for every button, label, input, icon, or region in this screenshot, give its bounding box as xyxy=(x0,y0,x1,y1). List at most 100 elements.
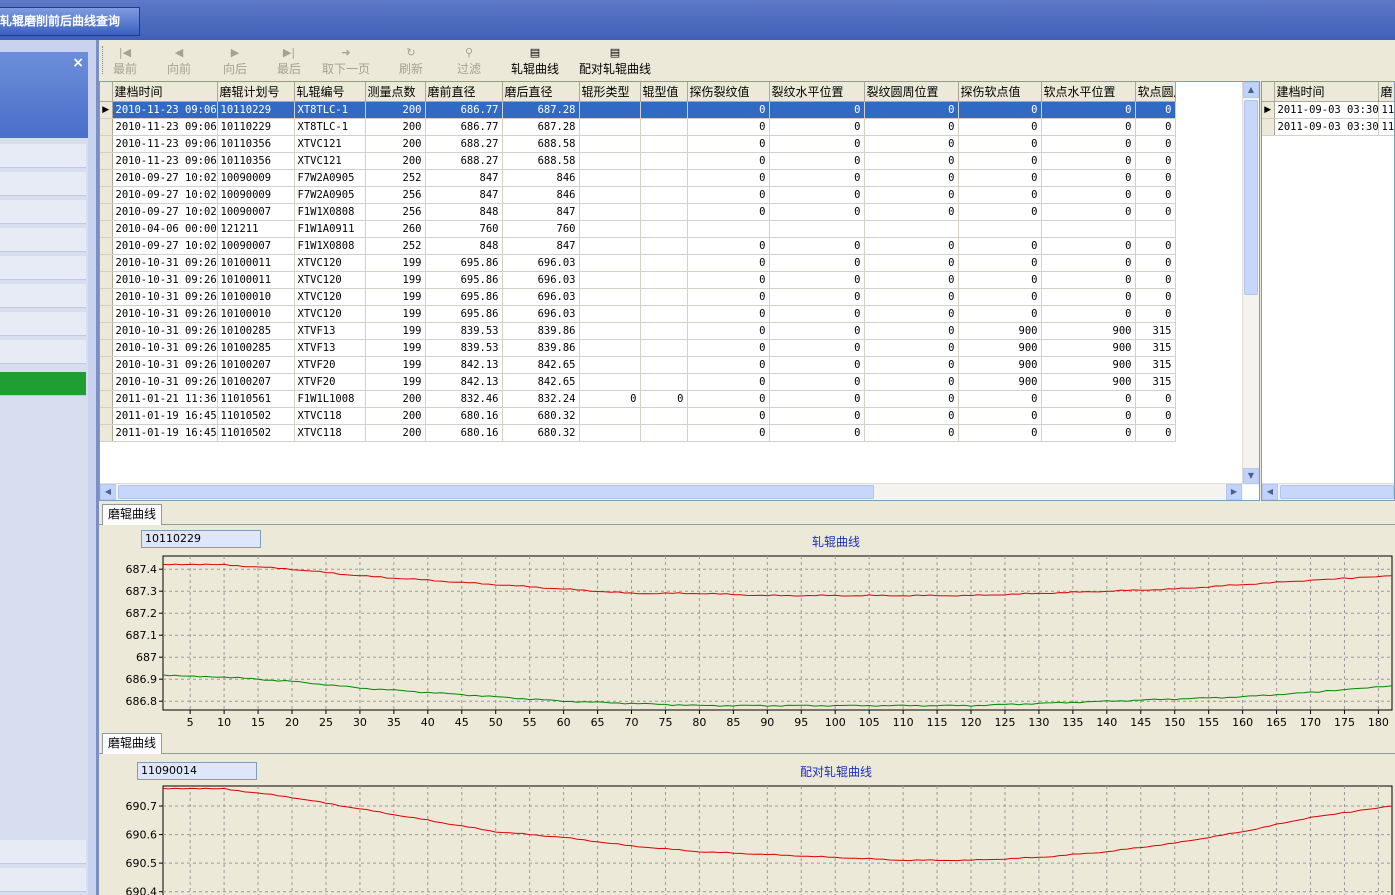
nav-item[interactable] xyxy=(0,868,86,892)
table-row[interactable]: 2011-01-19 16:45 11010502 XTVC118 200 680.16… xyxy=(100,407,1176,425)
table-cell[interactable]: 0 xyxy=(769,322,865,340)
table-row[interactable]: 2010-10-31 09:26 10100285 XTVF13 199 839.53 8… xyxy=(100,339,1176,357)
table-cell[interactable]: 0 xyxy=(864,424,959,442)
table-cell[interactable]: 2010-10-31 09:26 xyxy=(112,305,218,323)
table-cell[interactable]: 0 xyxy=(1041,254,1136,272)
table-cell[interactable]: 2010-10-31 09:26 xyxy=(112,322,218,340)
table-cell[interactable]: 0 xyxy=(687,424,770,442)
table-cell[interactable]: 0 xyxy=(687,135,770,153)
table-cell[interactable]: 0 xyxy=(1135,186,1176,204)
table-cell[interactable]: 10100010 xyxy=(217,305,295,323)
table-cell[interactable] xyxy=(640,186,688,204)
table-cell[interactable] xyxy=(579,152,641,170)
nav-item[interactable] xyxy=(0,228,86,252)
table-cell[interactable]: 200 xyxy=(365,101,426,119)
nav-item[interactable] xyxy=(0,840,86,864)
row-header[interactable] xyxy=(100,356,113,374)
table-cell[interactable]: XTVC120 xyxy=(294,254,366,272)
scroll-down-icon[interactable]: ▼ xyxy=(1243,468,1259,484)
table-cell[interactable]: 256 xyxy=(365,203,426,221)
table-cell[interactable]: 0 xyxy=(1135,152,1176,170)
table-cell[interactable]: 0 xyxy=(1135,135,1176,153)
table-cell[interactable] xyxy=(579,169,641,187)
table-cell[interactable]: 0 xyxy=(864,135,959,153)
table-cell[interactable]: XTVC121 xyxy=(294,152,366,170)
table-cell[interactable]: 0 xyxy=(958,135,1042,153)
table-cell[interactable]: 2010-10-31 09:26 xyxy=(112,254,218,272)
table-cell[interactable] xyxy=(640,322,688,340)
table-cell[interactable]: 2011-01-21 11:36 xyxy=(112,390,218,408)
table-cell[interactable]: 0 xyxy=(864,152,959,170)
table-cell[interactable]: 0 xyxy=(958,407,1042,425)
table-cell[interactable]: 0 xyxy=(1135,288,1176,306)
table-cell[interactable]: 2010-09-27 10:02 xyxy=(112,186,218,204)
row-header[interactable] xyxy=(100,288,113,306)
table-row[interactable]: 2010-10-31 09:26 10100010 XTVC120 199 695.86… xyxy=(100,305,1176,323)
table-cell[interactable]: 0 xyxy=(864,118,959,136)
table-cell[interactable]: 2010-09-27 10:02 xyxy=(112,203,218,221)
table-row[interactable]: 2010-09-27 10:02 10090007 F1W1X0808 256 848 8… xyxy=(100,203,1176,221)
table-cell[interactable] xyxy=(579,101,641,119)
table-row[interactable]: 2010-09-27 10:02 10090007 F1W1X0808 252 848 8… xyxy=(100,237,1176,255)
table-cell[interactable]: 839.53 xyxy=(425,322,503,340)
table-cell[interactable] xyxy=(864,220,959,238)
table-row[interactable]: 2010-11-23 09:06 10110356 XTVC121 200 688.27… xyxy=(100,152,1176,170)
document-tab[interactable]: 轧辊磨削前后曲线查询 xyxy=(0,7,140,36)
table-cell[interactable] xyxy=(640,152,688,170)
scroll-right-icon[interactable]: ▶ xyxy=(1226,484,1242,500)
table-cell[interactable]: XT8TLC-1 xyxy=(294,118,366,136)
table-cell[interactable]: 0 xyxy=(1135,118,1176,136)
table-cell[interactable] xyxy=(640,339,688,357)
row-header[interactable] xyxy=(100,186,113,204)
table-cell[interactable]: 0 xyxy=(769,237,865,255)
current-row-icon[interactable]: ▶ xyxy=(1262,101,1275,119)
table-cell[interactable]: 2010-04-06 00:00 xyxy=(112,220,218,238)
table-cell[interactable] xyxy=(640,203,688,221)
table-cell[interactable]: 2010-11-23 09:06 xyxy=(112,135,218,153)
main-data-grid[interactable]: 建档时间 磨辊计划号 轧辊编号 测量点数 磨前直径 磨后直径 辊形类型 辊型值 探伤裂纹值 裂纹水… xyxy=(99,81,1260,501)
table-row[interactable]: ▶ 2011-09-03 03:30 11 xyxy=(1262,101,1394,119)
table-cell[interactable]: 200 xyxy=(365,424,426,442)
column-header[interactable]: 辊形类型 xyxy=(579,82,641,102)
scroll-up-icon[interactable]: ▲ xyxy=(1243,82,1259,98)
table-cell[interactable]: XTVC118 xyxy=(294,407,366,425)
table-cell[interactable]: 199 xyxy=(365,356,426,374)
table-cell[interactable]: 2010-09-27 10:02 xyxy=(112,237,218,255)
table-cell[interactable] xyxy=(640,373,688,391)
table-cell[interactable]: 11010502 xyxy=(217,407,295,425)
table-cell[interactable]: 0 xyxy=(769,339,865,357)
table-cell[interactable]: 0 xyxy=(1041,152,1136,170)
table-cell[interactable]: 0 xyxy=(640,390,688,408)
table-cell[interactable]: 0 xyxy=(769,186,865,204)
toolbar-button[interactable]: ⚲ 过滤 xyxy=(455,45,483,77)
table-cell[interactable]: 2011-09-03 03:30 xyxy=(1274,118,1379,136)
table-cell[interactable]: 199 xyxy=(365,271,426,289)
table-cell[interactable] xyxy=(640,135,688,153)
table-cell[interactable]: F7W2A0905 xyxy=(294,186,366,204)
table-cell[interactable]: 0 xyxy=(687,237,770,255)
table-cell[interactable]: 315 xyxy=(1135,373,1176,391)
row-header[interactable] xyxy=(100,424,113,442)
table-cell[interactable] xyxy=(640,220,688,238)
column-header[interactable]: 轧辊编号 xyxy=(294,82,366,102)
toolbar-button[interactable]: ▤ 配对轧辊曲线 xyxy=(577,45,653,77)
table-cell[interactable]: 0 xyxy=(864,373,959,391)
nav-item[interactable] xyxy=(0,312,86,336)
table-cell[interactable]: 0 xyxy=(1135,424,1176,442)
table-cell[interactable]: 2010-11-23 09:06 xyxy=(112,152,218,170)
table-cell[interactable]: 0 xyxy=(687,203,770,221)
table-cell[interactable]: 0 xyxy=(1135,271,1176,289)
table-cell[interactable] xyxy=(640,356,688,374)
table-cell[interactable] xyxy=(579,288,641,306)
table-cell[interactable] xyxy=(769,220,865,238)
table-cell[interactable]: XT8TLC-1 xyxy=(294,101,366,119)
table-cell[interactable]: 0 xyxy=(687,118,770,136)
horizontal-scrollbar[interactable]: ◀ xyxy=(1262,483,1394,500)
toolbar-button[interactable]: ▶| 最后 xyxy=(275,45,303,77)
column-header[interactable]: 软点圆周位置 xyxy=(1135,82,1176,102)
table-cell[interactable]: 696.03 xyxy=(502,305,580,323)
table-cell[interactable]: 0 xyxy=(769,407,865,425)
nav-item[interactable] xyxy=(0,172,86,196)
table-cell[interactable]: 688.58 xyxy=(502,135,580,153)
table-cell[interactable]: 2010-10-31 09:26 xyxy=(112,373,218,391)
